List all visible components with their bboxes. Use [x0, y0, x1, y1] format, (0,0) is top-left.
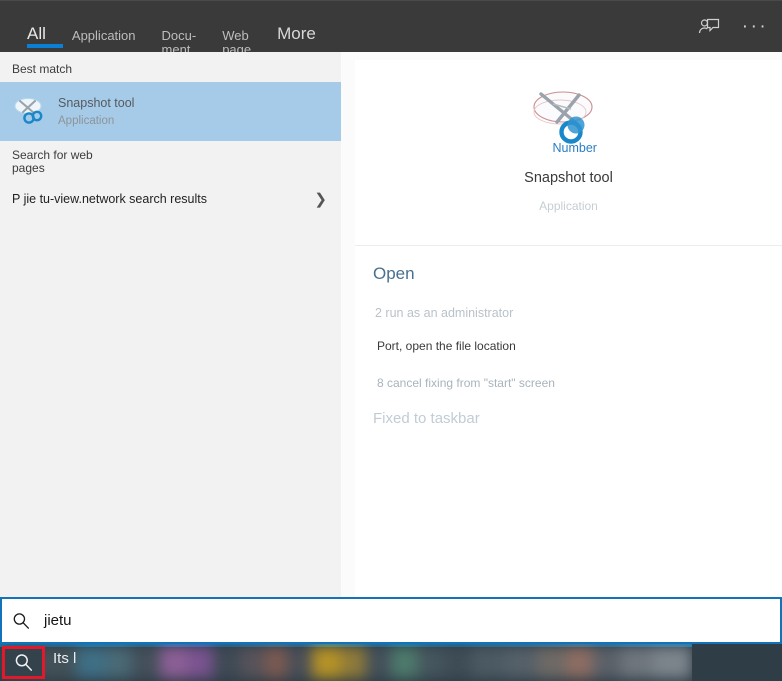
snipping-tool-scissors-icon [10, 92, 50, 132]
header-actions: ··· [694, 13, 770, 41]
tab-all-label: All [27, 24, 46, 43]
windows-taskbar [0, 644, 782, 681]
best-match-title: Snapshot tool [58, 95, 135, 110]
taskbar-blurred-icons [0, 646, 692, 679]
taskbar-label: Its l [53, 650, 77, 667]
category-tabs: All Application Docu- ment Web page More [0, 1, 329, 57]
overflow-menu-icon[interactable]: ··· [740, 13, 770, 41]
search-input-value: jietu [44, 612, 72, 629]
search-input-bar[interactable]: jietu [0, 597, 782, 644]
tab-application[interactable]: Application [59, 1, 149, 43]
results-sidebar: Best match Snapshot tool Application Sea… [0, 52, 341, 597]
action-run-as-administrator[interactable]: 2 run as an administrator [373, 306, 782, 321]
action-unpin-from-start[interactable]: 8 cancel fixing from "start" screen [373, 376, 782, 390]
details-app-title: Snapshot tool [524, 170, 613, 186]
tab-active-underline [27, 44, 63, 48]
search-header: All Application Docu- ment Web page More… [0, 0, 782, 57]
details-card: Number Snapshot tool Application Open 2 … [355, 60, 782, 597]
search-results-body: Best match Snapshot tool Application Sea… [0, 52, 782, 597]
icon-overlay-number-text: Number [552, 141, 597, 155]
best-match-subtitle: Application [58, 114, 115, 127]
best-match-text: Snapshot tool Application [58, 95, 134, 129]
taskbar-system-tray [692, 644, 782, 681]
snipping-tool-scissors-icon-large: Number [519, 82, 619, 155]
chevron-right-icon: ❯ [314, 191, 327, 208]
tab-webpage[interactable]: Web page [209, 1, 264, 57]
best-match-label: Best match [12, 62, 73, 76]
person-feedback-icon[interactable] [694, 13, 724, 41]
tab-application-label: Application [71, 28, 136, 43]
tab-document[interactable]: Docu- ment [149, 1, 210, 57]
action-open-file-location[interactable]: Port, open the file location [373, 339, 782, 353]
web-search-result-label: P jie tu-view.network search results [12, 192, 207, 206]
tab-all[interactable]: All [14, 1, 63, 55]
overflow-dots: ··· [741, 16, 769, 37]
search-icon [12, 612, 38, 630]
details-pane: Number Snapshot tool Application Open 2 … [341, 52, 782, 597]
action-pin-to-taskbar[interactable]: Fixed to taskbar [373, 410, 782, 428]
web-search-result-row[interactable]: P jie tu-view.network search results ❯ [0, 181, 341, 217]
action-open[interactable]: Open [373, 264, 782, 284]
details-app-subtitle: Application [539, 199, 598, 213]
details-actions: Open 2 run as an administrator Port, ope… [355, 246, 782, 428]
app-hero: Number Snapshot tool Application [355, 60, 782, 245]
best-match-result[interactable]: Snapshot tool Application [0, 82, 341, 141]
taskbar-search-button[interactable] [2, 646, 45, 679]
tab-more-label: More [277, 24, 316, 43]
tab-more[interactable]: More [264, 1, 329, 43]
web-search-label: Search for web pages [12, 148, 93, 175]
